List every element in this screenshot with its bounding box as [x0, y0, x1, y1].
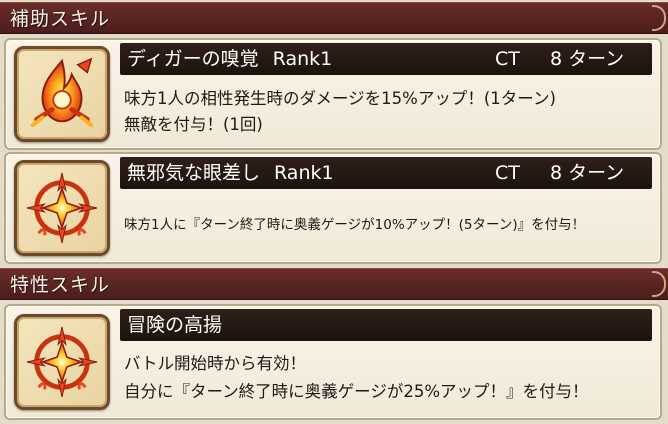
section-title: 特性スキル: [10, 274, 111, 296]
description-line: 無敵を付与！(1回): [124, 115, 263, 134]
skill-description: 味方1人に『ターン終了時に奥義ゲージが10%アップ！(5ターン)』を付与！: [124, 214, 585, 236]
description-line: 自分に『ターン終了時に奥義ゲージが25%アップ！』を付与！: [124, 382, 589, 401]
flame-sword-skill-icon: [30, 57, 94, 128]
cooldown-value: 8 ターン: [550, 48, 625, 70]
skill-name-bar: ディガーの嗅覚 Rank1 CT 8 ターン: [120, 43, 652, 75]
skill-rank: Rank1: [272, 48, 333, 70]
skill-icon-frame: [14, 314, 110, 410]
skill-icon-frame: [14, 160, 110, 256]
skill-name: ディガーの嗅覚 Rank1: [127, 48, 333, 70]
skill-description: バトル開始時から有効！ 自分に『ターン終了時に奥義ゲージが25%アップ！』を付与…: [124, 350, 589, 406]
section-title: 補助スキル: [10, 8, 111, 30]
scroll-curl-ornament: [652, 271, 666, 297]
skill-description: 味方1人の相性発生時のダメージを15%アップ！(1ターン) 無敵を付与！(1回): [124, 86, 556, 138]
cooldown-label: CT: [495, 48, 520, 70]
skill-name-bar: 冒険の高揚: [120, 309, 652, 341]
skill-name-bar: 無邪気な眼差し Rank1 CT 8 ターン: [120, 157, 652, 189]
skill-card-digger-smell[interactable]: ディガーの嗅覚 Rank1 CT 8 ターン 味方1人の相性発生時のダメージを15…: [4, 38, 662, 150]
cooldown-value: 8 ターン: [550, 162, 625, 184]
skill-card-adventure-uplift[interactable]: 冒険の高揚 バトル開始時から有効！ 自分に『ターン終了時に奥義ゲージが25%アッ…: [4, 304, 662, 420]
fire-emblem-skill-icon: [26, 326, 98, 398]
trait-skills-header: 特性スキル: [0, 268, 668, 300]
skill-rank: Rank1: [274, 162, 334, 184]
skill-icon-frame: [14, 46, 110, 142]
skill-name: 無邪気な眼差し Rank1: [127, 162, 334, 184]
skill-card-innocent-gaze[interactable]: 無邪気な眼差し Rank1 CT 8 ターン 味方1人に『ターン終了時に奥義ゲージ…: [4, 152, 662, 264]
skill-name: 冒険の高揚: [127, 314, 223, 336]
cooldown-label: CT: [495, 162, 520, 184]
scroll-curl-ornament: [652, 5, 666, 31]
description-line: バトル開始時から有効！: [124, 354, 306, 373]
description-line: 味方1人の相性発生時のダメージを15%アップ！(1ターン): [124, 89, 556, 108]
support-skills-header: 補助スキル: [0, 2, 668, 34]
description-line: 味方1人に『ターン終了時に奥義ゲージが10%アップ！(5ターン)』を付与！: [124, 217, 586, 233]
fire-emblem-skill-icon: [26, 172, 98, 244]
